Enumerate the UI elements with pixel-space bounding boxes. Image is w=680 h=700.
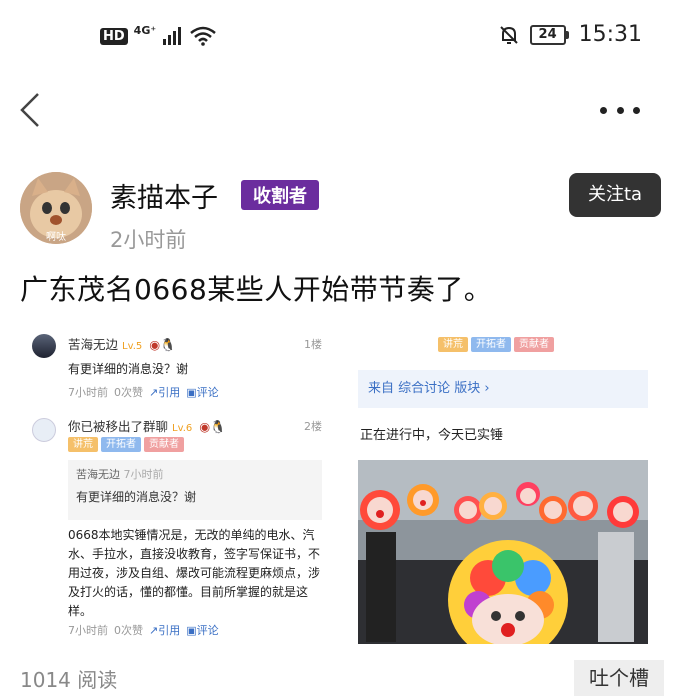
status-left: HD 4G⁺ [100, 23, 216, 46]
clown-meme-image [358, 460, 648, 644]
post-title: 广东茂名0668某些人开始带节奏了。 [20, 273, 493, 306]
tag: 贡献者 [514, 337, 554, 352]
floor-label: 1楼 [304, 338, 322, 351]
tag: 贡献者 [144, 437, 184, 452]
tag: 开拓者 [101, 437, 141, 452]
wifi-icon [190, 26, 216, 46]
penguin-icon: 🐧 [160, 337, 176, 352]
back-button[interactable] [14, 88, 54, 132]
user-tags: 讲荒 开拓者 贡献者 [68, 436, 187, 452]
commenter-name: 苦海无边 Lv.5 ◉🐧 [68, 337, 176, 352]
penguin-icon: 🐧 [210, 419, 226, 434]
comment-meta: 7小时前 0次赞 ↗引用 ▣评论 [68, 624, 219, 637]
tag: 讲荒 [68, 437, 98, 452]
nav-bar [0, 80, 680, 140]
floor-label: 2楼 [304, 420, 322, 433]
reply-link: ▣评论 [186, 386, 219, 399]
signal-icon [163, 27, 182, 45]
tag: 讲荒 [438, 337, 468, 352]
embedded-screenshot-right[interactable]: 讲荒 开拓者 贡献者 来自 综合讨论 版块 › 正在进行中，今天已实锤 [358, 324, 648, 644]
avatar-caption: 啊呔 [46, 230, 66, 243]
avatar[interactable]: 啊呔 [20, 172, 92, 244]
reply-link: ▣评论 [186, 624, 219, 637]
clock: 15:31 [578, 22, 642, 47]
comment-button[interactable]: 吐个槽 [574, 660, 664, 696]
status-bar: HD 4G⁺ 24 15:31 [0, 0, 680, 80]
network-indicator: 4G⁺ [133, 23, 157, 37]
source-forum-link: 来自 综合讨论 版块 › [358, 370, 648, 408]
medal-icon: ◉ [199, 419, 211, 434]
rank-badge: 收割者 [241, 180, 319, 210]
user-tags: 讲荒 开拓者 贡献者 [438, 332, 557, 352]
mute-bell-icon [499, 25, 518, 44]
more-dots-icon [600, 106, 607, 114]
quote-link: ↗引用 [149, 624, 181, 637]
embedded-screenshot-left[interactable]: 苦海无边 Lv.5 ◉🐧 1楼 有更详细的消息没？谢 7小时前 0次赞 ↗引用 ▣… [28, 324, 330, 644]
status-right: 24 15:31 [498, 22, 642, 47]
author-name[interactable]: 素描本子 [110, 176, 218, 215]
commenter-name: 你已被移出了群聊 Lv.6 ◉🐧 [68, 419, 226, 434]
level-label: Lv.5 [122, 341, 143, 352]
cat-avatar-image: 啊呔 [20, 172, 92, 244]
comment-text: 有更详细的消息没？谢 [68, 362, 189, 376]
quote-link: ↗引用 [149, 386, 181, 399]
chevron-left-icon [20, 93, 39, 127]
battery-level: 24 [529, 24, 566, 45]
commenter-avatar [32, 418, 56, 442]
hd-indicator: HD [100, 27, 128, 45]
comment-text: 0668本地实锤情况是，无改的单纯的电水、汽水、手拉水，直接没收教育，签字写保证… [68, 528, 321, 618]
post-time: 2小时前 [110, 228, 187, 252]
status-text: 正在进行中，今天已实锤 [360, 428, 504, 443]
follow-button[interactable]: 关注ta [569, 173, 661, 217]
comment-meta: 7小时前 0次赞 ↗引用 ▣评论 [68, 386, 219, 399]
battery-icon: 24 [529, 24, 569, 45]
tag: 开拓者 [471, 337, 511, 352]
quoted-comment: 苦海无边 7小时前 有更详细的消息没？谢 [68, 460, 322, 520]
commenter-avatar [32, 334, 56, 358]
level-label: Lv.6 [172, 423, 193, 434]
more-button[interactable] [600, 98, 640, 122]
medal-icon: ◉ [149, 337, 161, 352]
read-count: 1014 阅读 [20, 668, 118, 692]
